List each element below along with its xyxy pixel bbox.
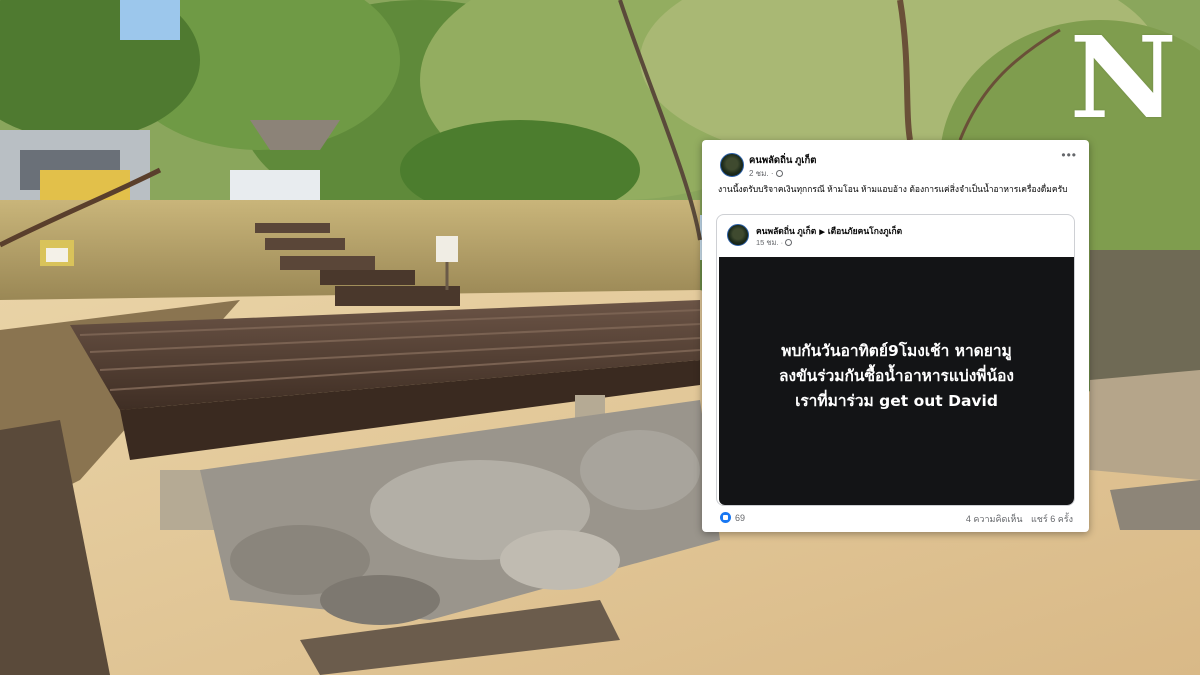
background-text-post: พบกันวันอาทิตย์9โมงเช้า หาดยามู ลงขันร่ว… [719, 257, 1074, 505]
reactions-summary[interactable]: 69 [720, 512, 745, 523]
shared-group-name[interactable]: เตือนภัยคนโกงภูเก็ต [828, 226, 902, 236]
shared-author-avatar[interactable] [727, 224, 749, 246]
background-post-text: พบกันวันอาทิตย์9โมงเช้า หาดยามู ลงขันร่ว… [779, 341, 1014, 410]
globe-icon [775, 170, 783, 177]
shared-post-header: คนพลัดถิ่น ภูเก็ต ▶ เตือนภัยคนโกงภูเก็ต 15… [727, 223, 1064, 249]
post-header: คนพลัดถิ่น ภูเก็ต 2 ชม. · [718, 150, 1077, 180]
shared-post[interactable]: คนพลัดถิ่น ภูเก็ต ▶ เตือนภัยคนโกงภูเก็ต 15… [716, 214, 1075, 506]
globe-icon [785, 239, 793, 246]
engagement-summary: 4 ความคิดเห็น แชร์ 6 ครั้ง [960, 512, 1073, 526]
reactions-count: 69 [735, 512, 746, 523]
shared-post-title: คนพลัดถิ่น ภูเก็ต ▶ เตือนภัยคนโกงภูเก็ต [756, 224, 902, 238]
comments-count[interactable]: 4 ความคิดเห็น [966, 514, 1023, 524]
brand-logo: N [1070, 23, 1177, 135]
like-reaction-icon [720, 512, 731, 523]
post-time: 2 ชม. [749, 169, 769, 178]
shared-post-timestamp[interactable]: 15 ชม. · [756, 237, 793, 249]
brand-logo-letter: N [1069, 13, 1177, 144]
author-name[interactable]: คนพลัดถิ่น ภูเก็ต [749, 153, 816, 168]
more-horizontal-icon[interactable]: ••• [1061, 148, 1077, 162]
shared-post-time: 15 ชม. [756, 238, 779, 247]
post-timestamp[interactable]: 2 ชม. · [749, 167, 783, 180]
post-body-text: งานนี้งดรับบริจาคเงินทุกกรณี ห้ามโอน ห้า… [718, 184, 1068, 194]
shares-count[interactable]: แชร์ 6 ครั้ง [1031, 514, 1073, 524]
author-avatar[interactable] [720, 153, 744, 177]
shared-author-name[interactable]: คนพลัดถิ่น ภูเก็ต [756, 226, 816, 236]
facebook-post-card: คนพลัดถิ่น ภูเก็ต 2 ชม. · ••• งานนี้งดรั… [702, 140, 1089, 532]
caret-right-icon: ▶ [819, 229, 825, 236]
